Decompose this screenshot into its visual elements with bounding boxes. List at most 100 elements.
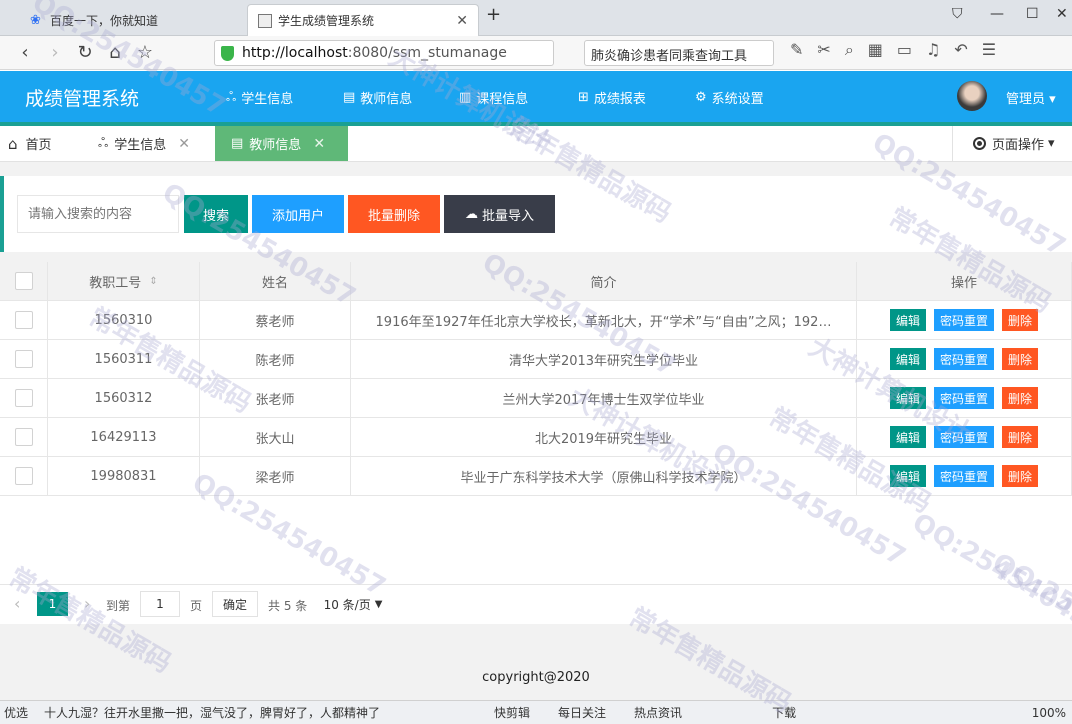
reset-password-button[interactable]: 密码重置 xyxy=(933,348,994,370)
header-actions: 操作 xyxy=(857,262,1072,301)
clipboard-icon: ▤ xyxy=(343,90,356,105)
cell-name: 蔡老师 xyxy=(200,301,351,340)
browser-toolbar-icons[interactable]: ✎✂⌕▦▭♫↶☰ xyxy=(790,40,1010,60)
home-icon[interactable]: ⌂ xyxy=(100,42,130,63)
reload-icon[interactable]: ↻ xyxy=(70,42,100,63)
clipboard-icon: ▤ xyxy=(231,136,244,151)
batch-import-button[interactable]: ☁ 批量导入 xyxy=(444,195,555,233)
edit-button[interactable]: 编辑 xyxy=(889,465,926,487)
cell-id: 1560312 xyxy=(48,379,200,418)
next-page-icon[interactable]: › xyxy=(84,594,90,613)
browser-search-box[interactable]: 肺炎确诊患者同乘查询工具 xyxy=(584,40,774,66)
menu-label: 系统设置 xyxy=(711,92,764,107)
star-icon[interactable]: ☆ xyxy=(130,42,160,63)
minimize-icon[interactable]: — xyxy=(990,6,1004,22)
footer: copyright@2020 xyxy=(0,656,1072,700)
new-tab-button[interactable]: + xyxy=(486,4,501,25)
edit-button[interactable]: 编辑 xyxy=(889,309,926,331)
back-icon[interactable]: ‹ xyxy=(10,42,40,63)
status-hot[interactable]: 热点资讯 xyxy=(634,704,682,721)
page-size-select[interactable]: 10 条/页 ▼ xyxy=(318,591,388,617)
goto-page-input[interactable]: 1 xyxy=(140,591,180,617)
batch-delete-button[interactable]: 批量删除 xyxy=(348,195,440,233)
cell-intro: 毕业于广东科学技术大学（原佛山科学技术学院） xyxy=(351,457,857,496)
status-download[interactable]: 下载 xyxy=(772,704,796,721)
tab-label: 学生信息 xyxy=(114,138,167,153)
reset-password-button[interactable]: 密码重置 xyxy=(933,309,994,331)
cell-actions: 编辑 密码重置 删除 xyxy=(857,301,1072,340)
row-checkbox[interactable] xyxy=(14,311,33,329)
reset-password-button[interactable]: 密码重置 xyxy=(933,465,994,487)
row-checkbox[interactable] xyxy=(14,428,33,446)
edit-button[interactable]: 编辑 xyxy=(889,426,926,448)
delete-button[interactable]: 删除 xyxy=(1002,426,1039,448)
close-icon[interactable]: ✕ xyxy=(456,13,468,29)
page-operations[interactable]: 页面操作 ▾ xyxy=(952,126,1072,161)
tab-student[interactable]: ஃ 学生信息 ✕ xyxy=(98,126,213,161)
add-user-button[interactable]: 添加用户 xyxy=(252,195,344,233)
status-clip[interactable]: 快剪辑 xyxy=(494,704,530,721)
url-path: :8080/ssm_stumanage xyxy=(347,45,507,61)
cell-intro: 北大2019年研究生毕业 xyxy=(351,418,857,457)
cell-name: 张大山 xyxy=(200,418,351,457)
edit-button[interactable]: 编辑 xyxy=(889,348,926,370)
batch-import-label: 批量导入 xyxy=(481,208,534,224)
users-icon: ஃ xyxy=(226,89,237,105)
search-input[interactable] xyxy=(17,195,179,233)
row-checkbox[interactable] xyxy=(14,389,33,407)
browser-tab-baidu[interactable]: ❀ 百度一下，你就知道 xyxy=(20,4,240,36)
menu-teacher[interactable]: ▤ 教师信息 xyxy=(343,88,412,107)
browser-statusbar: 优选 十人九湿？往开水里撒一把，湿气没了，脾胃好了，人都精神了 快剪辑 每日关注… xyxy=(0,700,1072,724)
delete-button[interactable]: 删除 xyxy=(1002,309,1039,331)
close-window-icon[interactable]: ✕ xyxy=(1056,6,1068,22)
header-id[interactable]: 教职工号 ⇕ xyxy=(48,262,200,301)
tab-teacher[interactable]: ▤ 教师信息 ✕ xyxy=(215,126,348,161)
row-checkbox[interactable] xyxy=(14,350,33,368)
forward-icon[interactable]: › xyxy=(40,42,70,63)
header-name: 姓名 xyxy=(200,262,351,301)
reset-password-button[interactable]: 密码重置 xyxy=(933,387,994,409)
cell-actions: 编辑 密码重置 删除 xyxy=(857,379,1072,418)
prev-page-icon[interactable]: ‹ xyxy=(14,594,20,613)
tab-label: 首页 xyxy=(25,138,52,153)
sort-icon[interactable]: ⇕ xyxy=(149,276,157,287)
page-1[interactable]: 1 xyxy=(37,592,68,616)
tab-home[interactable]: ⌂ 首页 xyxy=(8,126,78,161)
delete-button[interactable]: 删除 xyxy=(1002,387,1039,409)
cell-id: 1560310 xyxy=(48,301,200,340)
browser-tab-title: 学生成绩管理系统 xyxy=(278,14,375,28)
menu-settings[interactable]: ⚙ 系统设置 xyxy=(695,88,764,107)
avatar[interactable] xyxy=(957,81,987,111)
cell-name: 张老师 xyxy=(200,379,351,418)
page-size-label: 10 条/页 xyxy=(323,597,371,612)
row-checkbox[interactable] xyxy=(14,467,33,485)
delete-button[interactable]: 删除 xyxy=(1002,465,1039,487)
shirt-icon[interactable]: ⛉ xyxy=(952,6,963,22)
menu-label: 成绩报表 xyxy=(593,92,646,107)
row-checkbox-cell xyxy=(0,418,48,457)
menu-report[interactable]: ⊞ 成绩报表 xyxy=(578,88,646,107)
goto-confirm-button[interactable]: 确定 xyxy=(212,591,258,617)
delete-button[interactable]: 删除 xyxy=(1002,348,1039,370)
menu-course[interactable]: ▥ 课程信息 xyxy=(459,88,528,107)
edit-button[interactable]: 编辑 xyxy=(889,387,926,409)
header-label: 教职工号 xyxy=(89,275,142,291)
app-header: 成绩管理系统 ஃ 学生信息 ▤ 教师信息 ▥ 课程信息 ⊞ 成绩报表 ⚙ 系统设置 管理员… xyxy=(0,71,1072,122)
status-news[interactable]: 十人九湿？往开水里撒一把，湿气没了，脾胃好了，人都精神了 xyxy=(44,704,434,721)
shield-icon xyxy=(221,45,234,61)
status-daily[interactable]: 每日关注 xyxy=(558,704,606,721)
cell-id: 16429113 xyxy=(48,418,200,457)
zoom-level[interactable]: 100% xyxy=(1032,706,1066,720)
maximize-icon[interactable]: ☐ xyxy=(1026,6,1039,22)
header-intro: 简介 xyxy=(351,262,857,301)
search-button[interactable]: 搜索 xyxy=(184,195,248,233)
close-icon[interactable]: ✕ xyxy=(178,136,190,152)
reset-password-button[interactable]: 密码重置 xyxy=(933,426,994,448)
select-all-checkbox[interactable] xyxy=(14,272,33,290)
close-icon[interactable]: ✕ xyxy=(313,136,325,152)
cell-actions: 编辑 密码重置 删除 xyxy=(857,457,1072,496)
user-menu[interactable]: 管理员 ▾ xyxy=(1006,88,1056,107)
browser-tab-active[interactable]: 学生成绩管理系统 ✕ xyxy=(247,4,479,36)
menu-student[interactable]: ஃ 学生信息 xyxy=(226,88,293,108)
address-bar[interactable]: http://localhost:8080/ssm_stumanage xyxy=(214,40,554,66)
